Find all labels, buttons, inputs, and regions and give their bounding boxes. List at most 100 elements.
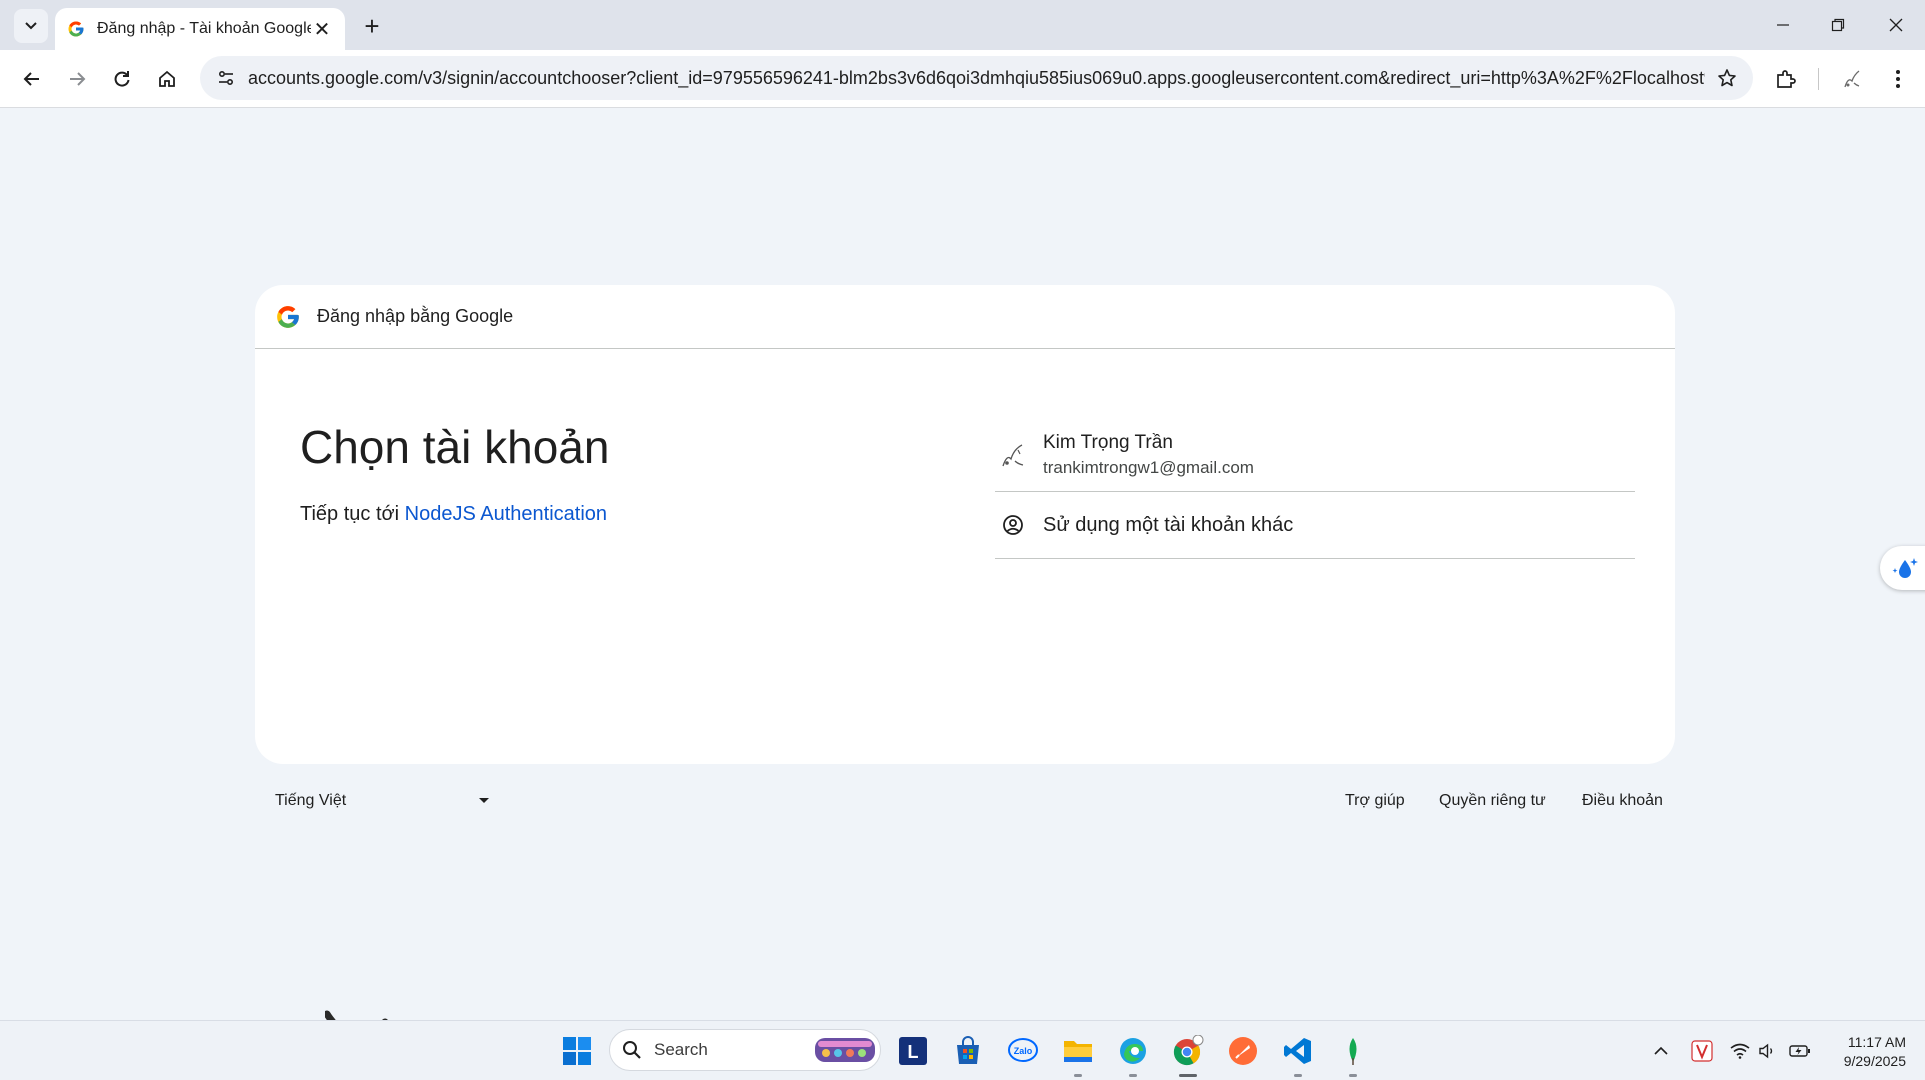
taskbar-app-vscode[interactable] [1278, 1031, 1318, 1077]
reload-button[interactable] [104, 61, 140, 97]
forward-button[interactable] [59, 61, 95, 97]
tune-icon [218, 70, 234, 86]
battery-status[interactable] [1788, 1039, 1812, 1063]
profile-avatar-icon [1844, 70, 1860, 88]
running-indicator [1074, 1074, 1082, 1077]
reload-icon [114, 71, 130, 87]
site-info-button[interactable] [204, 56, 248, 100]
puzzle-icon [1777, 70, 1796, 88]
continue-to-text: Tiếp tục tới NodeJS Authentication [300, 503, 607, 526]
running-indicator [1294, 1074, 1302, 1077]
account-info: Kim Trọng Trần trankimtrongw1@gmail.com [1043, 430, 1254, 480]
wifi-icon [1730, 1043, 1750, 1059]
url-text[interactable]: accounts.google.com/v3/signin/accountcho… [248, 68, 1705, 89]
running-indicator [1129, 1074, 1137, 1077]
battery-charging-icon [1789, 1045, 1810, 1057]
start-button[interactable] [557, 1031, 597, 1071]
extensions-button[interactable] [1768, 61, 1804, 97]
use-another-account-label: Sử dụng một tài khoản khác [1043, 513, 1294, 536]
chrome-icon [1173, 1035, 1204, 1066]
tab-strip: Đăng nhập - Tài khoản Google ✕ + [0, 0, 1925, 50]
store-bag-icon [957, 1036, 979, 1064]
show-hidden-icons-button[interactable] [1649, 1039, 1673, 1063]
running-indicator [1349, 1074, 1357, 1077]
new-tab-button[interactable]: + [356, 10, 388, 42]
app-name-link[interactable]: NodeJS Authentication [405, 503, 607, 525]
tab-close-icon[interactable]: ✕ [311, 17, 333, 42]
language-select[interactable]: Tiếng Việt [275, 792, 490, 810]
star-icon [1718, 69, 1736, 87]
close-window-button[interactable] [1868, 0, 1923, 50]
taskbar-app-edge[interactable] [1113, 1031, 1153, 1077]
page-content: Đăng nhập bằng Google Chọn tài khoản Tiế… [5, 108, 1925, 1020]
search-icon [623, 1041, 641, 1059]
use-another-account-button[interactable]: Sử dụng một tài khoản khác [995, 492, 1635, 559]
svg-text:L: L [908, 1042, 919, 1062]
clock-time: 11:17 AM [1847, 1034, 1906, 1050]
minimize-button[interactable] [1755, 0, 1810, 50]
chevron-down-icon [25, 22, 37, 30]
taskbar-search[interactable]: Search [609, 1029, 881, 1071]
zalo-icon: Zalo [1008, 1038, 1038, 1062]
account-name: Kim Trọng Trần [1043, 431, 1173, 453]
minimize-icon [1776, 24, 1789, 26]
search-placeholder: Search [654, 1040, 708, 1059]
taskbar-clock[interactable]: 11:17 AM 9/29/2025 [1826, 1033, 1906, 1071]
folder-icon [1064, 1041, 1092, 1062]
browser-menu-button[interactable] [1880, 61, 1916, 97]
mongodb-leaf-icon [1349, 1038, 1357, 1065]
avatar [997, 439, 1029, 471]
arrow-right-icon [70, 72, 86, 86]
privacy-link[interactable]: Quyền riêng tư [1439, 792, 1546, 810]
address-bar[interactable]: accounts.google.com/v3/signin/accountcho… [200, 56, 1753, 100]
google-favicon-icon [68, 21, 84, 37]
restore-icon [1831, 18, 1844, 32]
restore-button[interactable] [1810, 0, 1865, 50]
clock-date: 9/29/2025 [1843, 1053, 1906, 1069]
help-link[interactable]: Trợ giúp [1345, 792, 1405, 810]
taskbar-app-file-explorer[interactable] [1058, 1031, 1098, 1077]
account-item[interactable]: Kim Trọng Trần trankimtrongw1@gmail.com [995, 418, 1635, 492]
taskbar-app-store[interactable] [948, 1031, 988, 1071]
taskbar: Search L Zalo 11:17 AM 9/29/2025 [0, 1020, 1925, 1080]
page-title: Chọn tài khoản [300, 421, 610, 473]
language-value: Tiếng Việt [275, 792, 347, 809]
taskbar-app-zalo[interactable]: Zalo [1003, 1031, 1043, 1071]
taskbar-app-mongodb[interactable] [1333, 1031, 1373, 1077]
water-drop-sparkle-icon [1892, 558, 1918, 578]
account-list: Kim Trọng Trần trankimtrongw1@gmail.com … [995, 418, 1635, 559]
speaker-icon [1759, 1043, 1773, 1059]
profile-button[interactable] [1834, 61, 1870, 97]
back-button[interactable] [14, 61, 50, 97]
arrow-left-icon [23, 72, 39, 86]
edge-icon [1120, 1038, 1146, 1064]
account-email: trankimtrongw1@gmail.com [1043, 457, 1254, 477]
browser-toolbar: accounts.google.com/v3/signin/accountcho… [0, 50, 1925, 108]
dropdown-arrow-icon [479, 798, 489, 803]
bookmark-button[interactable] [1705, 56, 1749, 100]
footer: Tiếng Việt Trợ giúp Quyền riêng tư Điều … [275, 792, 1665, 822]
toolbar-divider [1818, 68, 1819, 90]
home-button[interactable] [149, 61, 185, 97]
vscode-icon [1284, 1038, 1311, 1064]
tab-search-button[interactable] [14, 9, 48, 43]
tab-title: Đăng nhập - Tài khoản Google [97, 20, 311, 37]
taskbar-app-chrome[interactable] [1168, 1031, 1208, 1077]
side-panel-button[interactable] [1880, 546, 1925, 590]
account-circle-icon [997, 509, 1029, 541]
card-header: Đăng nhập bằng Google [255, 285, 1675, 349]
google-logo-icon [277, 305, 299, 328]
kebab-menu-icon [1896, 70, 1900, 88]
chevron-up-icon [1654, 1046, 1668, 1055]
search-highlight-icon [815, 1038, 875, 1062]
volume-status[interactable] [1756, 1039, 1780, 1063]
active-tab[interactable]: Đăng nhập - Tài khoản Google ✕ [55, 8, 345, 50]
close-icon [1889, 18, 1902, 32]
postman-icon [1229, 1037, 1257, 1065]
tray-app-v[interactable] [1690, 1039, 1714, 1063]
wifi-status[interactable] [1728, 1039, 1752, 1063]
taskbar-app-lexicon[interactable]: L [893, 1031, 933, 1071]
active-indicator [1179, 1074, 1197, 1077]
taskbar-app-postman[interactable] [1223, 1031, 1263, 1071]
terms-link[interactable]: Điều khoản [1582, 792, 1663, 810]
